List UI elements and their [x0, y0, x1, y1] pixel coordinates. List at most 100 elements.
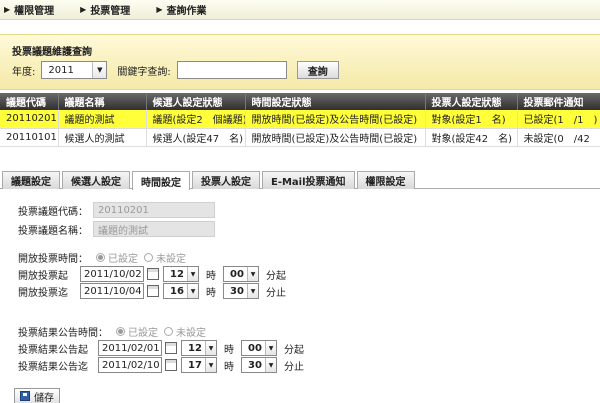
result-start-hour-select[interactable]: 12 ▼ [181, 340, 217, 356]
open-start-date-input[interactable]: 2011/10/02 [80, 266, 144, 282]
result-start-minute-select[interactable]: 00 ▼ [241, 340, 277, 356]
open-end-hour-select[interactable]: 16 ▼ [163, 283, 199, 299]
column-header[interactable]: 投票郵件通知 [517, 93, 600, 110]
topic-table: 議題代碼 議題名稱 候選人設定狀態 時間設定狀態 投票人設定狀態 投票郵件通知 … [0, 93, 600, 147]
chevron-right-icon: ▶ [156, 5, 163, 14]
column-header[interactable]: 時間設定狀態 [245, 93, 426, 110]
minute-suffix: 分起 [284, 344, 304, 356]
table-cell: 候選人(設定47 名) [146, 128, 246, 147]
chevron-down-icon: ▼ [205, 341, 216, 355]
code-row: 投票議題代碼： 20110201 [18, 202, 215, 218]
result-start-date-input[interactable]: 2011/02/01 [98, 340, 162, 356]
save-label: 儲存 [34, 392, 54, 403]
search-title: 投票議題維護查詢 [12, 47, 92, 58]
calendar-icon[interactable] [165, 359, 177, 371]
minute-suffix: 分止 [284, 361, 304, 373]
breadcrumb: ▶ 權限管理 ▶ 投票管理 ▶ 查詢作業 [0, 0, 600, 20]
save-button[interactable]: 儲存 [14, 388, 60, 403]
table-row[interactable]: 20110201 議題的測試 議題(設定2 個議題) 開放時間(已設定)及公告時… [0, 110, 600, 129]
tab-candidate-settings[interactable]: 候選人設定 [62, 171, 130, 189]
calendar-icon[interactable] [147, 285, 159, 297]
search-row: 年度: 2011 ▼ 關鍵字查詢: 查詢 [12, 61, 339, 79]
open-status-row: 開放投票時間： 已設定 未設定 [18, 250, 192, 265]
table-cell: 議題的測試 [58, 110, 147, 129]
code-field: 20110201 [93, 202, 215, 218]
calendar-icon[interactable] [147, 268, 159, 280]
table-cell: 開放時間(已設定)及公告時間(已設定) [245, 128, 426, 147]
chevron-down-icon[interactable]: ▼ [92, 62, 107, 78]
chevron-down-icon: ▼ [247, 267, 258, 281]
tab-permission-settings[interactable]: 權限設定 [356, 171, 415, 189]
result-set-radio[interactable]: 已設定 [116, 324, 158, 339]
result-status-row: 投票結果公告時間： 已設定 未設定 [18, 324, 212, 339]
column-header[interactable]: 候選人設定狀態 [146, 93, 246, 110]
table-header-row: 議題代碼 議題名稱 候選人設定狀態 時間設定狀態 投票人設定狀態 投票郵件通知 [0, 93, 600, 110]
tab-time-settings[interactable]: 時間設定 [132, 171, 190, 190]
time-settings-form: 投票議題代碼： 20110201 投票議題名稱： 議題的測試 開放投票時間： 已… [0, 190, 600, 403]
chevron-down-icon: ▼ [187, 284, 198, 298]
tab-topic-settings[interactable]: 議題設定 [2, 171, 60, 189]
table-cell: 開放時間(已設定)及公告時間(已設定) [245, 110, 426, 129]
result-end-date-input[interactable]: 2011/02/10 [98, 357, 162, 373]
chevron-down-icon: ▼ [265, 341, 276, 355]
hour-unit: 時 [206, 287, 216, 299]
open-time-label: 開放投票時間： [18, 254, 88, 265]
table-cell: 20110201 [0, 110, 59, 129]
calendar-icon[interactable] [165, 342, 177, 354]
result-unset-radio[interactable]: 未設定 [164, 324, 206, 339]
name-label: 投票議題名稱： [18, 225, 88, 237]
keyword-input[interactable] [176, 61, 287, 79]
chevron-down-icon: ▼ [265, 358, 276, 372]
tab-voter-settings[interactable]: 投票人設定 [192, 171, 260, 189]
open-end-minute-select[interactable]: 30 ▼ [223, 283, 259, 299]
open-unset-radio[interactable]: 未設定 [144, 250, 186, 265]
column-header[interactable]: 議題代碼 [0, 93, 59, 110]
open-end-row: 開放投票迄 2011/10/04 16 ▼ 時 30 ▼ 分止 [18, 283, 293, 299]
hour-unit: 時 [206, 270, 216, 282]
table-cell: 20110101 [0, 128, 59, 147]
name-row: 投票議題名稱： 議題的測試 [18, 221, 215, 237]
open-start-minute-select[interactable]: 00 ▼ [223, 266, 259, 282]
column-header[interactable]: 議題名稱 [58, 93, 147, 110]
code-label: 投票議題代碼： [18, 206, 88, 218]
hour-unit: 時 [224, 344, 234, 356]
chevron-down-icon: ▼ [247, 284, 258, 298]
result-end-row: 投票結果公告迄 2011/02/10 17 ▼ 時 30 ▼ 分止 [18, 357, 311, 373]
table-cell: 候選人的測試 [58, 128, 147, 147]
table-cell: 議題(設定2 個議題) [146, 110, 246, 129]
breadcrumb-item-query[interactable]: ▶ 查詢作業 [152, 2, 206, 17]
open-start-hour-select[interactable]: 12 ▼ [163, 266, 199, 282]
save-disk-icon [20, 391, 30, 401]
search-button[interactable]: 查詢 [296, 61, 339, 79]
chevron-right-icon: ▶ [4, 5, 11, 14]
chevron-down-icon: ▼ [205, 358, 216, 372]
breadcrumb-label: 投票管理 [90, 6, 131, 17]
open-start-row: 開放投票起 2011/10/02 12 ▼ 時 00 ▼ 分起 [18, 266, 293, 282]
year-label: 年度: [12, 66, 36, 78]
year-select[interactable]: 2011 ▼ [41, 61, 108, 79]
result-end-minute-select[interactable]: 30 ▼ [241, 357, 277, 373]
table-row[interactable]: 20110101 候選人的測試 候選人(設定47 名) 開放時間(已設定)及公告… [0, 128, 600, 147]
search-panel: 投票議題維護查詢 年度: 2011 ▼ 關鍵字查詢: 查詢 [0, 34, 600, 90]
breadcrumb-item-permission[interactable]: ▶ 權限管理 [0, 2, 54, 17]
hour-unit: 時 [224, 361, 234, 373]
tab-bar: 議題設定 候選人設定 時間設定 投票人設定 E-Mail投票通知 權限設定 [0, 171, 600, 190]
result-time-label: 投票結果公告時間： [18, 328, 108, 339]
table-cell: 對象(設定1 名) [425, 110, 518, 129]
result-start-label: 投票結果公告起 [18, 344, 88, 356]
year-value: 2011 [48, 64, 74, 76]
chevron-right-icon: ▶ [80, 5, 87, 14]
column-header[interactable]: 投票人設定狀態 [425, 93, 518, 110]
breadcrumb-label: 權限管理 [14, 6, 55, 17]
breadcrumb-label: 查詢作業 [166, 6, 207, 17]
minute-suffix: 分止 [266, 287, 286, 299]
table-cell: 已設定(1 /1 ) [517, 110, 600, 129]
open-set-radio[interactable]: 已設定 [96, 250, 138, 265]
result-end-label: 投票結果公告迄 [18, 361, 88, 373]
open-end-date-input[interactable]: 2011/10/04 [80, 283, 144, 299]
open-start-label: 開放投票起 [18, 270, 68, 282]
breadcrumb-item-vote[interactable]: ▶ 投票管理 [76, 2, 130, 17]
keyword-label: 關鍵字查詢: [117, 66, 171, 78]
tab-email-notification[interactable]: E-Mail投票通知 [262, 171, 355, 189]
result-end-hour-select[interactable]: 17 ▼ [181, 357, 217, 373]
